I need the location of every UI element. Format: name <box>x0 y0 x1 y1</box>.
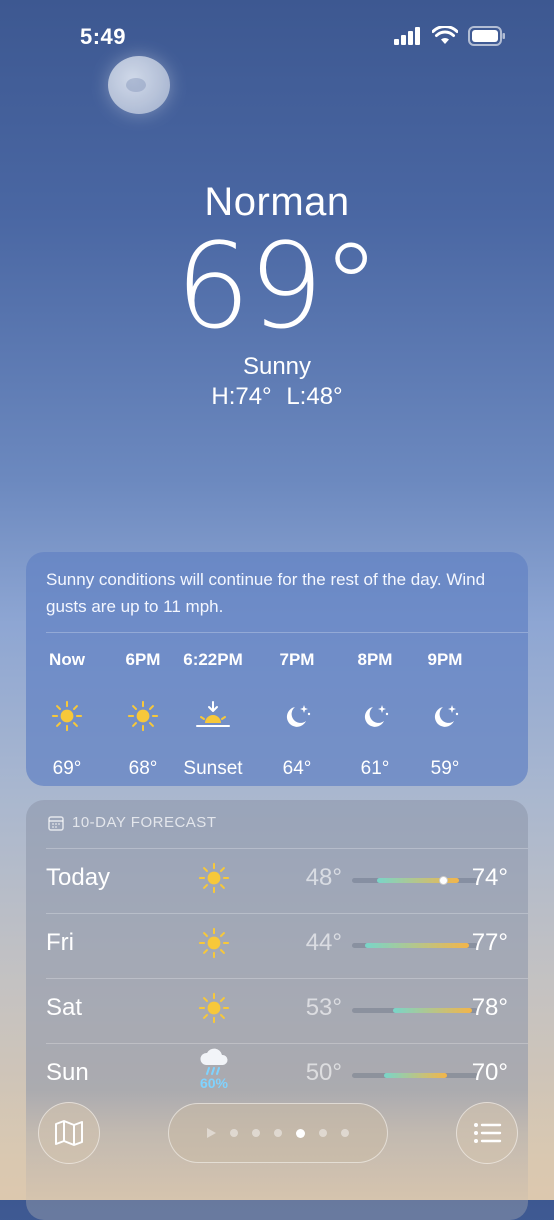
divider <box>46 632 528 633</box>
hour-time: 6:22PM <box>183 650 243 669</box>
hour-time: 7PM <box>279 650 315 669</box>
cellular-signal-icon <box>394 27 420 45</box>
current-temperature-marker <box>439 876 449 885</box>
high-low: H:74° L:48° <box>0 383 554 411</box>
forecast-day: Sun <box>46 1059 89 1086</box>
precipitation-chance: 60% <box>199 1075 229 1091</box>
sun-icon <box>194 927 234 971</box>
forecast-low: 53° <box>305 994 342 1021</box>
page-dot-active[interactable] <box>296 1128 305 1138</box>
forecast-high: 70° <box>471 1059 508 1086</box>
map-icon <box>55 1120 83 1146</box>
page-dot[interactable] <box>230 1129 238 1137</box>
hour-temperature: 64° <box>282 758 312 778</box>
battery-icon <box>468 26 505 46</box>
list-icon <box>474 1123 502 1143</box>
forecast-day: Sat <box>46 994 83 1021</box>
forecast-day: Fri <box>46 929 74 956</box>
hour-time: 9PM <box>427 650 463 669</box>
hourly-item: 9PM 59° <box>400 648 490 778</box>
forecast-high: 74° <box>471 864 508 891</box>
forecast-high: 77° <box>471 929 508 956</box>
temperature-range-bar <box>352 1008 478 1013</box>
page-dot[interactable] <box>274 1129 282 1137</box>
wifi-icon <box>432 26 458 44</box>
forecast-day: Today <box>46 864 111 891</box>
hourly-forecast-card[interactable]: Sunny conditions will continue for the r… <box>26 552 528 786</box>
current-conditions: Norman 69° Sunny H:74° L:48° <box>0 180 554 411</box>
forecast-summary: Sunny conditions will continue for the r… <box>46 570 486 616</box>
rain-cloud-icon: 60% <box>194 1047 234 1091</box>
status-time: 5:49 <box>80 24 127 49</box>
forecast-row[interactable]: Today 48° 74° <box>46 848 528 912</box>
moon-stars-icon <box>400 696 490 736</box>
page-dot[interactable] <box>341 1129 349 1137</box>
status-icons <box>394 26 506 46</box>
low-temp: L:48° <box>286 383 343 410</box>
temperature-range-bar <box>352 1073 478 1078</box>
forecast-header-label: 10-DAY FORECAST <box>72 814 217 831</box>
temperature-range-bar <box>352 943 478 948</box>
page-dot[interactable] <box>252 1129 260 1137</box>
hour-temperature: Sunset <box>183 758 243 778</box>
divider <box>46 978 528 979</box>
forecast-high: 78° <box>471 994 508 1021</box>
forecast-row[interactable]: Sat 53° 78° <box>46 978 528 1042</box>
condition-text: Sunny <box>242 353 312 380</box>
moon-stars-icon <box>252 696 342 736</box>
forecast-header: 10-DAY FORECAST <box>48 814 216 831</box>
location-page-indicator[interactable] <box>168 1103 388 1163</box>
forecast-row[interactable]: Fri 44° 77° <box>46 913 528 977</box>
hourly-item: 7PM 64° <box>252 648 342 778</box>
sun-icon <box>194 862 234 906</box>
divider <box>46 848 528 849</box>
status-bar: 5:49 <box>0 0 554 72</box>
hourly-list[interactable]: Now 69° 6PM 68° 6:22PM Sunset 7PM 64° 8PM 61° 9… <box>26 648 528 778</box>
locations-list-button[interactable] <box>456 1102 518 1164</box>
forecast-low: 48° <box>305 864 342 891</box>
forecast-low: 50° <box>305 1059 342 1086</box>
calendar-icon <box>48 815 64 831</box>
page-dot[interactable] <box>319 1129 327 1137</box>
sun-icon <box>194 992 234 1036</box>
temperature-range-fill <box>364 943 469 948</box>
forecast-low: 44° <box>305 929 342 956</box>
high-temp: H:74° <box>211 383 272 410</box>
temperature-range-fill <box>392 1008 472 1013</box>
sunset-icon <box>168 696 258 736</box>
map-button[interactable] <box>38 1102 100 1164</box>
divider <box>46 1043 528 1044</box>
hour-temperature: 59° <box>430 758 460 778</box>
divider <box>46 913 528 914</box>
temperature-range-bar <box>352 876 478 885</box>
hourly-item: 6:22PM Sunset <box>168 648 258 778</box>
temperature-range-fill <box>383 1073 447 1078</box>
current-location-indicator[interactable] <box>207 1128 216 1138</box>
current-temperature: 69° <box>175 217 380 355</box>
moon-image <box>108 56 170 114</box>
